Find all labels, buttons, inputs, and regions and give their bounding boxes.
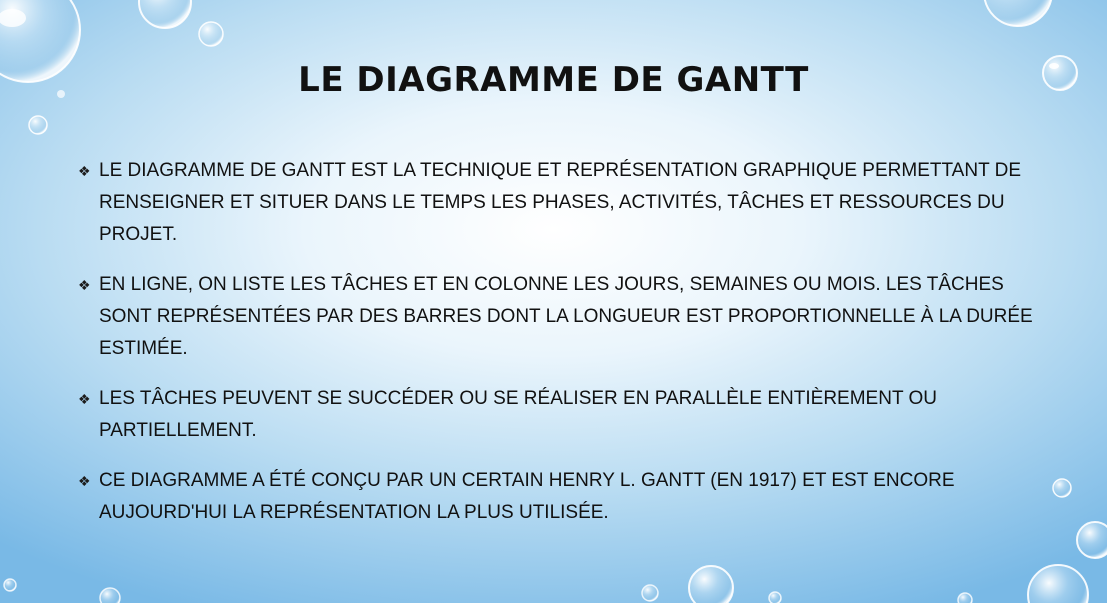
- bullet-item: ❖ Le diagramme de GANTT est la technique…: [78, 155, 1043, 251]
- diamond-bullet-icon: ❖: [78, 163, 91, 179]
- bullet-item: ❖ Ce diagramme a été conçu par un certai…: [78, 465, 1043, 529]
- diamond-bullet-icon: ❖: [78, 473, 91, 489]
- drop-bottom-left: [3, 578, 121, 603]
- diamond-bullet-icon: ❖: [78, 391, 91, 407]
- bullet-item: ❖ Les tâches peuvent se succéder ou se r…: [78, 383, 1043, 447]
- diamond-bullet-icon: ❖: [78, 277, 91, 293]
- bullet-text: Les tâches peuvent se succéder ou se réa…: [99, 388, 937, 441]
- bullet-text: Ce diagramme a été conçu par un certain …: [99, 470, 955, 523]
- bullet-text: En ligne, on liste les tâches et en colo…: [99, 274, 1033, 359]
- slide: Le diagramme de Gantt ❖ Le diagramme de …: [0, 0, 1107, 603]
- slide-title: Le diagramme de Gantt: [298, 60, 809, 100]
- bullet-list: ❖ Le diagramme de GANTT est la technique…: [78, 155, 1043, 547]
- drop-bottom-center: [641, 565, 782, 603]
- drop-top-left-medium: [138, 0, 192, 29]
- bullet-text: Le diagramme de GANTT est la technique e…: [99, 160, 1022, 245]
- bullet-item: ❖ En ligne, on liste les tâches et en co…: [78, 269, 1043, 365]
